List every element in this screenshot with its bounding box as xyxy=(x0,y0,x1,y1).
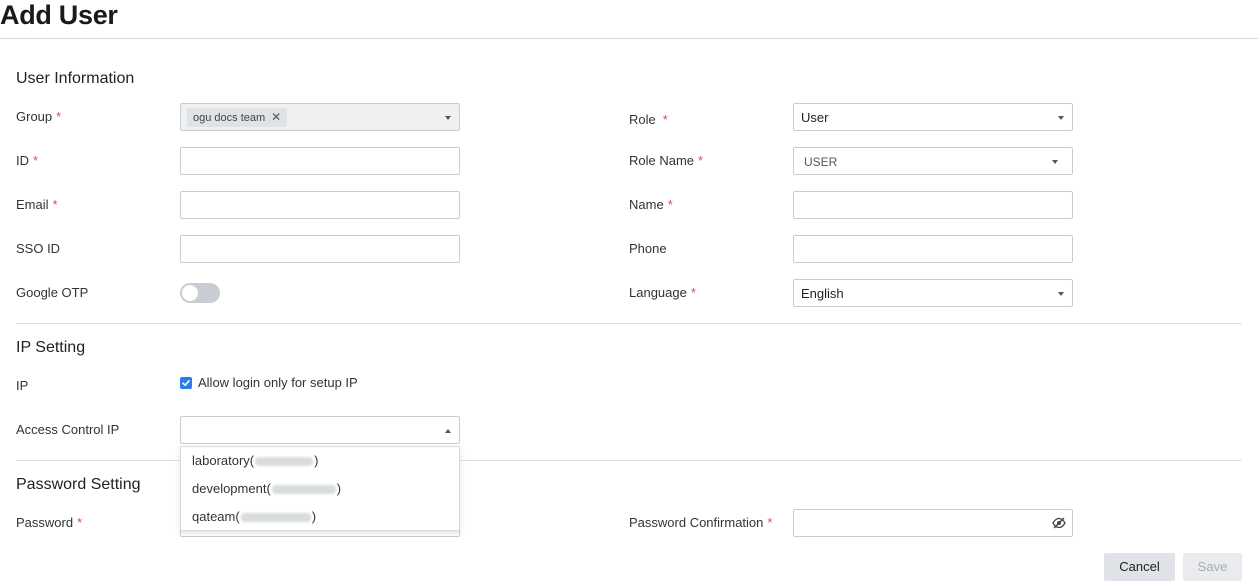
section-title-password-setting: Password Setting xyxy=(16,476,141,493)
group-label: Group * xyxy=(16,109,62,124)
email-label: Email * xyxy=(16,197,58,212)
cancel-button[interactable]: Cancel xyxy=(1104,553,1175,581)
required-marker: * xyxy=(690,285,696,300)
allow-login-label[interactable]: Allow login only for setup IP xyxy=(198,375,358,390)
id-input[interactable] xyxy=(180,147,460,175)
redacted-ip xyxy=(271,485,336,495)
sso-id-label: SSO ID xyxy=(16,241,61,256)
allow-login-checkbox[interactable] xyxy=(180,377,192,389)
required-marker: * xyxy=(77,515,83,530)
role-value: User xyxy=(801,110,829,125)
google-otp-label: Google OTP xyxy=(16,285,89,300)
phone-label: Phone xyxy=(629,241,667,256)
role-select[interactable]: User xyxy=(793,103,1073,131)
section-title-user-information: User Information xyxy=(16,70,135,87)
language-label: Language * xyxy=(629,285,696,300)
group-tag: ogu docs team ✕ xyxy=(187,108,288,127)
required-marker: * xyxy=(767,515,773,530)
chevron-down-icon xyxy=(1058,116,1064,120)
chevron-down-icon xyxy=(1052,160,1058,164)
access-control-ip-label: Access Control IP xyxy=(16,422,120,437)
role-label: Role * xyxy=(629,112,668,127)
name-input[interactable] xyxy=(793,191,1073,219)
password-confirmation-label: Password Confirmation * xyxy=(629,515,773,530)
dropdown-option-qateam[interactable]: qateam() xyxy=(192,509,316,524)
redacted-ip xyxy=(255,457,314,467)
role-name-select[interactable]: USER xyxy=(793,147,1073,175)
required-marker: * xyxy=(33,153,39,168)
email-input[interactable] xyxy=(180,191,460,219)
required-marker: * xyxy=(667,197,673,212)
required-marker: * xyxy=(698,153,704,168)
ip-label: IP xyxy=(16,378,29,393)
dropdown-option-laboratory[interactable]: laboratory() xyxy=(192,453,318,468)
section-title-ip-setting: IP Setting xyxy=(16,339,86,356)
chevron-up-icon xyxy=(445,429,451,433)
google-otp-toggle[interactable] xyxy=(180,283,220,303)
phone-input[interactable] xyxy=(793,235,1073,263)
chevron-down-icon xyxy=(1058,292,1064,296)
access-control-ip-select[interactable] xyxy=(180,416,460,444)
required-marker: * xyxy=(662,112,668,127)
chevron-down-icon xyxy=(445,116,451,120)
toggle-knob xyxy=(182,285,198,301)
tag-remove-icon[interactable]: ✕ xyxy=(271,110,281,124)
name-label: Name * xyxy=(629,197,673,212)
page-title: Add User xyxy=(0,0,118,30)
sso-id-input[interactable] xyxy=(180,235,460,263)
role-name-label: Role Name * xyxy=(629,153,704,168)
access-control-ip-dropdown: laboratory() development() qateam() xyxy=(180,446,460,531)
section-divider xyxy=(16,323,1242,324)
check-icon xyxy=(182,380,190,386)
group-select[interactable]: ogu docs team ✕ xyxy=(180,103,460,131)
id-label: ID * xyxy=(16,153,39,168)
role-name-value: USER xyxy=(804,155,838,169)
language-value: English xyxy=(801,286,844,301)
title-divider xyxy=(0,38,1258,39)
dropdown-option-development[interactable]: development() xyxy=(192,481,341,496)
eye-off-icon[interactable] xyxy=(1052,517,1066,529)
password-confirmation-input[interactable] xyxy=(793,509,1073,537)
save-button[interactable]: Save xyxy=(1183,553,1242,581)
password-label: Password * xyxy=(16,515,83,530)
redacted-ip xyxy=(240,513,311,523)
required-marker: * xyxy=(56,109,62,124)
language-select[interactable]: English xyxy=(793,279,1073,307)
required-marker: * xyxy=(52,197,58,212)
